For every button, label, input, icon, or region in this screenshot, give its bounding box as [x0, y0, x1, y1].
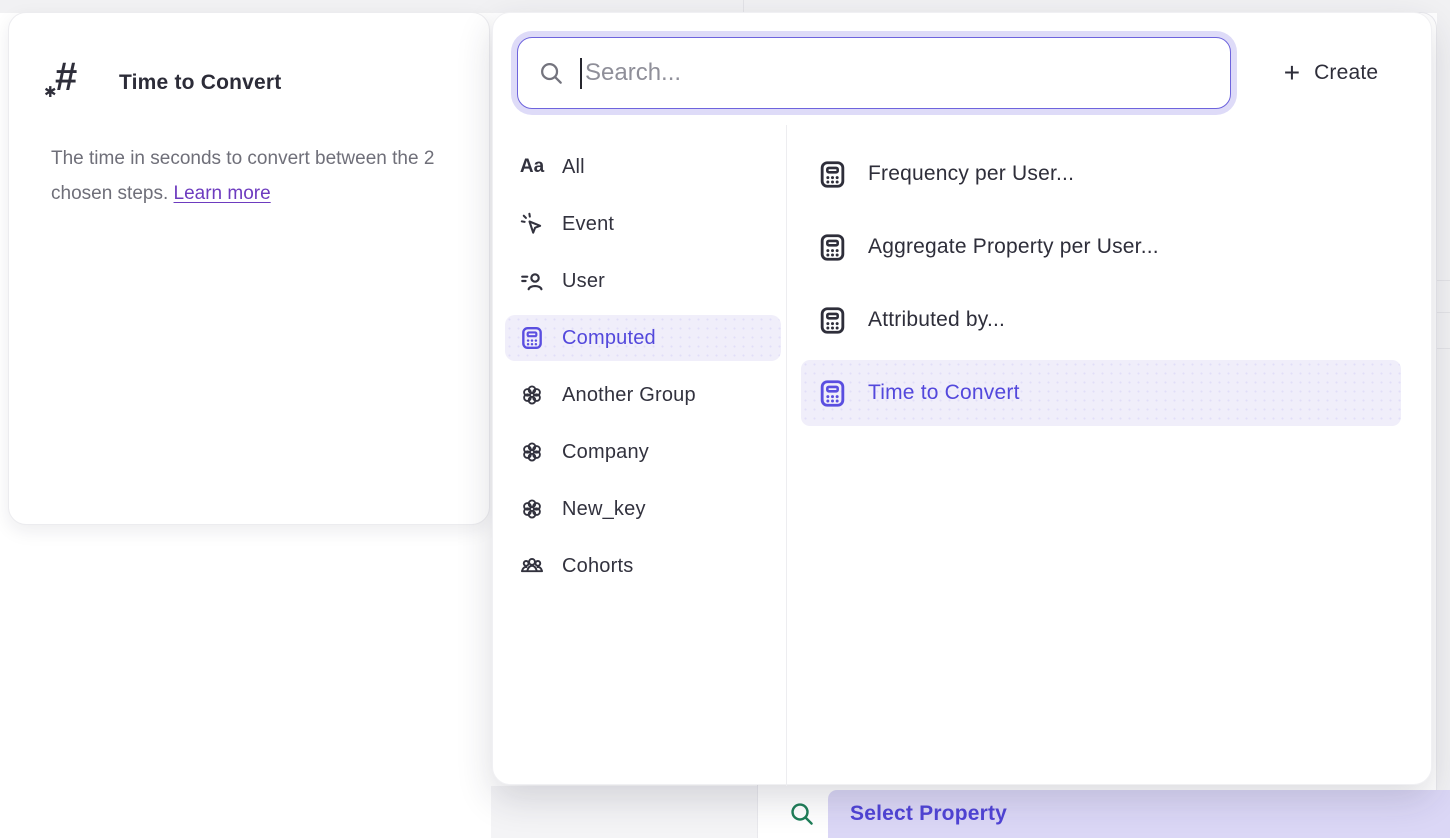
background-divider	[1437, 280, 1450, 281]
create-button[interactable]: + Create	[1261, 51, 1401, 95]
search-input[interactable]: Search...	[517, 37, 1231, 109]
result-aggregate-property-per-user[interactable]: Aggregate Property per User...	[801, 214, 1401, 280]
search-placeholder: Search...	[585, 59, 681, 87]
category-user[interactable]: User	[505, 258, 781, 304]
text-cursor	[580, 58, 582, 89]
category-event[interactable]: Event	[505, 201, 781, 247]
property-picker-modal: Search... + Create Aa All Event	[492, 12, 1432, 785]
result-time-to-convert[interactable]: Time to Convert	[801, 360, 1401, 426]
select-property-label: Select Property	[828, 802, 1007, 826]
page: Select Property # ✱ Time to Convert The …	[0, 0, 1450, 838]
calculator-icon	[519, 325, 545, 351]
calculator-icon	[817, 305, 848, 336]
tooltip-title: Time to Convert	[119, 71, 281, 95]
background-divider	[1437, 348, 1450, 349]
create-label: Create	[1314, 61, 1378, 85]
category-all[interactable]: Aa All	[505, 144, 781, 190]
backdrop-right-strip	[1437, 0, 1450, 838]
tooltip-description: The time in seconds to convert between t…	[51, 141, 443, 211]
calculator-icon	[817, 378, 848, 409]
cursor-click-icon	[519, 211, 545, 237]
user-list-icon	[519, 268, 545, 294]
backdrop-below-modal	[491, 786, 757, 838]
calculator-icon	[817, 159, 848, 190]
picker-column-divider	[786, 125, 787, 786]
calculator-icon	[817, 232, 848, 263]
group-cluster-icon	[519, 496, 545, 522]
plus-icon: +	[1284, 59, 1300, 87]
group-cluster-icon	[519, 439, 545, 465]
category-new-key[interactable]: New_key	[505, 486, 781, 532]
hash-star-icon: # ✱	[45, 53, 93, 107]
result-attributed-by[interactable]: Attributed by...	[801, 287, 1401, 353]
group-cluster-icon	[519, 382, 545, 408]
search-icon	[538, 60, 565, 87]
category-computed[interactable]: Computed	[505, 315, 781, 361]
time-to-convert-tooltip: # ✱ Time to Convert The time in seconds …	[8, 12, 490, 525]
select-property-row: Select Property	[770, 790, 1450, 838]
category-list: Aa All Event	[505, 144, 781, 600]
background-divider	[1437, 312, 1450, 313]
result-frequency-per-user[interactable]: Frequency per User...	[801, 141, 1401, 207]
search-focus-ring: Search...	[511, 31, 1237, 115]
cohort-people-icon	[519, 553, 545, 579]
text-aa-icon: Aa	[519, 154, 545, 180]
category-another-group[interactable]: Another Group	[505, 372, 781, 418]
search-icon	[788, 800, 816, 828]
learn-more-link[interactable]: Learn more	[174, 183, 271, 204]
select-property-button[interactable]: Select Property	[828, 790, 1450, 838]
result-list: Frequency per User... Aggregate Property…	[801, 141, 1401, 433]
category-cohorts[interactable]: Cohorts	[505, 543, 781, 589]
category-company[interactable]: Company	[505, 429, 781, 475]
